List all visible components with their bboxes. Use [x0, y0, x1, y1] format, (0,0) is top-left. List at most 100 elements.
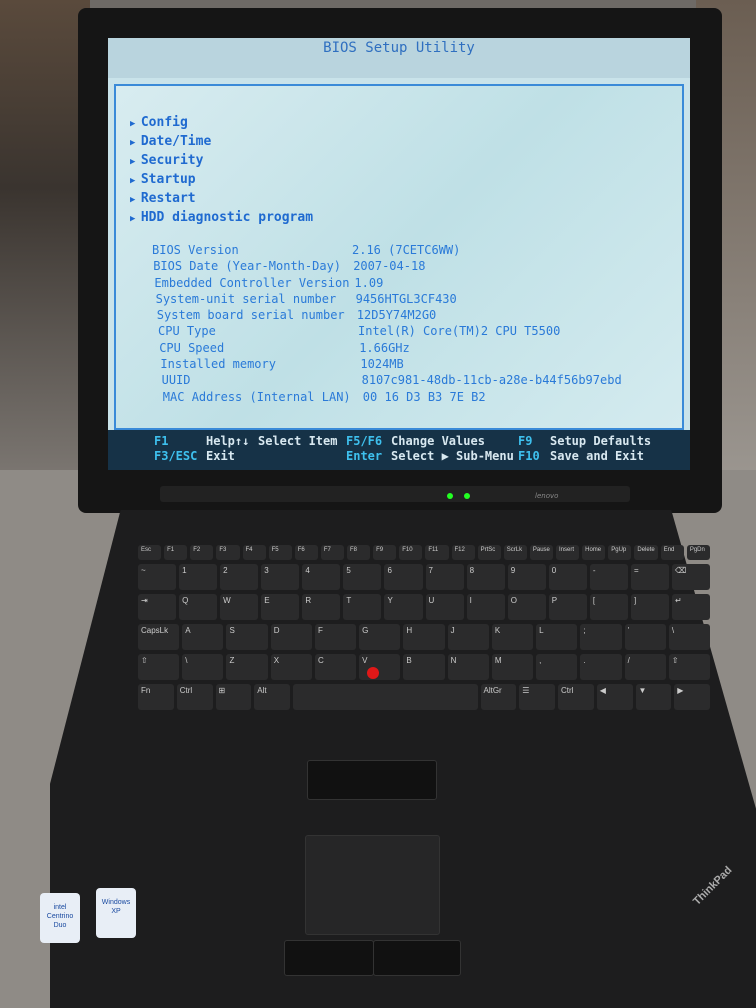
key[interactable]: M	[491, 654, 534, 680]
key[interactable]: ⌫	[672, 564, 711, 590]
key[interactable]: AltGr	[480, 684, 517, 710]
trackpoint-buttons[interactable]	[307, 760, 437, 800]
key[interactable]: Delete	[634, 545, 658, 560]
key[interactable]: \	[182, 654, 224, 680]
key[interactable]: L	[536, 624, 578, 650]
key[interactable]: X	[270, 654, 312, 680]
menu-item-config[interactable]: Config	[130, 114, 313, 133]
key[interactable]: ;	[580, 624, 622, 650]
key[interactable]: ,	[536, 654, 578, 680]
key[interactable]: H	[403, 624, 445, 650]
menu-item-restart[interactable]: Restart	[130, 190, 313, 209]
key[interactable]: \	[668, 624, 711, 650]
key[interactable]: ~	[138, 564, 177, 590]
key[interactable]: -	[589, 564, 628, 590]
menu-item-date-time[interactable]: Date/Time	[130, 133, 313, 152]
key[interactable]: 8	[466, 564, 505, 590]
key[interactable]: CapsLk	[138, 624, 180, 650]
key[interactable]: ⇧	[668, 654, 711, 680]
key[interactable]: Insert	[556, 545, 580, 560]
key[interactable]: G	[359, 624, 401, 650]
key[interactable]: F12	[451, 545, 475, 560]
key[interactable]: 7	[425, 564, 464, 590]
menu-item-security[interactable]: Security	[130, 152, 313, 171]
touchpad-right-button[interactable]	[373, 940, 461, 976]
key[interactable]: E	[261, 594, 300, 620]
key[interactable]: F1	[164, 545, 188, 560]
key[interactable]: ↵	[672, 594, 711, 620]
key[interactable]: Ctrl	[558, 684, 594, 710]
key[interactable]: F2	[190, 545, 214, 560]
key[interactable]: Ctrl	[176, 684, 213, 710]
key[interactable]: '	[624, 624, 666, 650]
key[interactable]: Q	[179, 594, 218, 620]
key[interactable]: W	[220, 594, 259, 620]
key[interactable]: 9	[507, 564, 546, 590]
key[interactable]: F	[314, 624, 357, 650]
key[interactable]: C	[314, 654, 357, 680]
menu-item-hdd-diagnostic[interactable]: HDD diagnostic program	[130, 209, 313, 228]
key[interactable]: I	[466, 594, 505, 620]
key[interactable]: Z	[226, 654, 268, 680]
keyboard-row: Fn Ctrl ⊞ Alt AltGr ☰ Ctrl ◀ ▼ ▶	[138, 684, 710, 710]
key[interactable]: 2	[220, 564, 259, 590]
key[interactable]: 1	[179, 564, 218, 590]
key[interactable]: O	[507, 594, 546, 620]
key[interactable]: Esc	[138, 545, 162, 560]
key[interactable]: 5	[343, 564, 382, 590]
key[interactable]: ▶	[674, 684, 710, 710]
key[interactable]: Y	[384, 594, 423, 620]
key[interactable]: F8	[347, 545, 371, 560]
key[interactable]: ☰	[519, 684, 555, 710]
key[interactable]: PgUp	[608, 545, 632, 560]
key[interactable]: ScrLk	[503, 545, 527, 560]
touchpad-left-button[interactable]	[284, 940, 374, 976]
key[interactable]: PgDn	[686, 545, 710, 560]
key[interactable]: K	[491, 624, 534, 650]
key[interactable]: F7	[320, 545, 344, 560]
key[interactable]: [	[589, 594, 628, 620]
key[interactable]: =	[630, 564, 670, 590]
key[interactable]: T	[343, 594, 382, 620]
key[interactable]: Home	[582, 545, 606, 560]
key[interactable]: F4	[242, 545, 266, 560]
key[interactable]: B	[403, 654, 445, 680]
key[interactable]: F3	[216, 545, 240, 560]
key[interactable]: .	[580, 654, 622, 680]
key[interactable]: ⊞	[215, 684, 252, 710]
key[interactable]: F9	[373, 545, 397, 560]
key-f10: F10	[518, 449, 540, 463]
key[interactable]: 6	[384, 564, 423, 590]
key[interactable]: End	[660, 545, 684, 560]
key[interactable]: Alt	[254, 684, 290, 710]
key[interactable]: /	[624, 654, 666, 680]
key[interactable]: N	[447, 654, 489, 680]
menu-item-startup[interactable]: Startup	[130, 171, 313, 190]
key[interactable]: J	[447, 624, 489, 650]
key[interactable]: ⇧	[138, 654, 180, 680]
key[interactable]: F11	[425, 545, 449, 560]
key[interactable]: U	[425, 594, 464, 620]
key[interactable]: ⇥	[138, 594, 177, 620]
key[interactable]: D	[270, 624, 312, 650]
key[interactable]: 0	[548, 564, 587, 590]
key[interactable]	[293, 684, 478, 710]
key[interactable]: A	[182, 624, 224, 650]
key[interactable]: 4	[302, 564, 341, 590]
key[interactable]: ◀	[596, 684, 633, 710]
key[interactable]: PrtSc	[477, 545, 501, 560]
key[interactable]: 3	[261, 564, 300, 590]
key[interactable]: ▼	[635, 684, 672, 710]
key[interactable]: S	[226, 624, 268, 650]
trackpoint[interactable]	[367, 667, 379, 679]
key[interactable]: Fn	[138, 684, 174, 710]
touchpad[interactable]	[305, 835, 440, 935]
key[interactable]: V	[359, 654, 401, 680]
key[interactable]: ]	[630, 594, 670, 620]
key[interactable]: F5	[268, 545, 292, 560]
key[interactable]: Pause	[529, 545, 553, 560]
key[interactable]: R	[302, 594, 341, 620]
key[interactable]: F10	[399, 545, 423, 560]
key[interactable]: P	[548, 594, 587, 620]
key[interactable]: F6	[294, 545, 318, 560]
